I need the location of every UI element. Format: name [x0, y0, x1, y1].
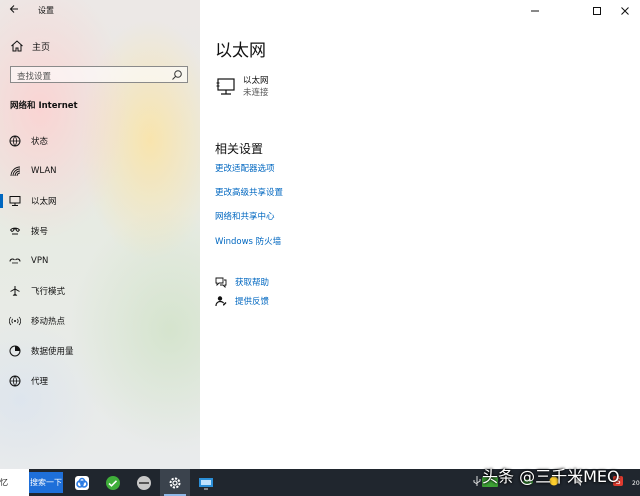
ethernet-name: 以太网 — [243, 76, 269, 86]
globe-icon — [9, 135, 21, 147]
sidebar-item-wlan[interactable]: WLAN — [0, 159, 200, 183]
maximize-icon — [593, 7, 601, 15]
taskbar-search-input[interactable]: 忆 — [0, 469, 29, 496]
vpn-icon — [9, 258, 21, 264]
sidebar-item-proxy[interactable]: 代理 — [0, 369, 200, 393]
close-button[interactable] — [610, 0, 640, 22]
media-icon — [137, 475, 151, 490]
feedback-label: 提供反馈 — [235, 297, 270, 307]
sidebar-item-label: 拨号 — [31, 227, 49, 237]
sidebar-item-status[interactable]: 状态 — [0, 129, 200, 153]
link-adapter-options[interactable]: 更改适配器选项 — [215, 162, 275, 174]
taskbar-app-media[interactable] — [129, 469, 159, 496]
search-placeholder: 查找设置 — [17, 72, 52, 82]
sidebar-item-label: 飞行模式 — [31, 287, 66, 297]
get-help-label: 获取帮助 — [235, 278, 270, 288]
maximize-button[interactable] — [582, 0, 612, 22]
get-help-link[interactable]: 获取帮助 — [215, 276, 269, 288]
taskbar-app-remote[interactable] — [191, 469, 221, 496]
sidebar-item-label: 移动热点 — [31, 317, 66, 327]
sidebar-item-label: 状态 — [31, 137, 49, 147]
chat-help-icon — [215, 277, 227, 288]
feedback-link[interactable]: 提供反馈 — [215, 295, 269, 307]
sidebar-item-data-usage[interactable]: 数据使用量 — [0, 339, 200, 363]
taskbar-app-baidu-netdisk[interactable] — [67, 469, 97, 496]
ethernet-monitor-icon — [216, 78, 235, 95]
sidebar-item-label: 数据使用量 — [31, 347, 74, 357]
search-icon[interactable] — [171, 69, 183, 81]
taskbar-app-settings[interactable] — [160, 469, 190, 496]
search-input[interactable]: 查找设置 — [10, 66, 188, 83]
sidebar-item-label: VPN — [31, 256, 49, 266]
home-label: 主页 — [32, 42, 51, 53]
minimize-icon — [531, 10, 539, 12]
sidebar-item-dialup[interactable]: 拨号 — [0, 219, 200, 243]
settings-gear-icon — [169, 477, 181, 488]
sidebar-item-vpn[interactable]: VPN — [0, 249, 200, 273]
window-title: 设置 — [38, 6, 54, 15]
sidebar-item-airplane[interactable]: 飞行模式 — [0, 279, 200, 303]
section-title: 网络和 Internet — [10, 101, 78, 111]
home-icon — [11, 40, 23, 52]
minimize-button[interactable] — [520, 0, 550, 22]
phone-icon — [9, 227, 21, 235]
taskbar-clock[interactable]: 20 — [632, 480, 640, 487]
baidu-netdisk-icon — [75, 475, 89, 490]
back-button[interactable] — [6, 3, 22, 19]
ethernet-connection-status: 未连接 — [243, 88, 269, 98]
link-windows-firewall[interactable]: Windows 防火墙 — [215, 235, 281, 247]
sidebar-item-label: WLAN — [31, 166, 57, 176]
taskbar-search-text: 忆 — [0, 478, 8, 487]
feedback-icon — [215, 296, 227, 307]
proxy-globe-icon — [9, 375, 21, 387]
taskbar-app-browser[interactable] — [98, 469, 128, 496]
page-title: 以太网 — [215, 41, 266, 61]
sidebar: 设置 主页 查找设置 网络和 Internet 状态 WLAN 以太网 拨号 V… — [0, 0, 200, 469]
close-icon — [621, 7, 629, 15]
airplane-icon — [10, 286, 20, 296]
wifi-icon — [10, 166, 21, 177]
sidebar-item-hotspot[interactable]: 移动热点 — [0, 309, 200, 333]
main-content: 以太网 以太网 未连接 相关设置 更改适配器选项 更改高级共享设置 网络和共享中… — [200, 0, 640, 469]
green-browser-icon — [106, 475, 120, 490]
data-usage-icon — [9, 345, 21, 357]
back-arrow-icon — [9, 5, 18, 13]
sidebar-item-label: 以太网 — [31, 197, 57, 207]
sidebar-item-label: 代理 — [31, 377, 49, 387]
ethernet-status-card[interactable]: 以太网 未连接 — [216, 76, 269, 99]
home-link[interactable]: 主页 — [10, 39, 50, 53]
related-settings-heading: 相关设置 — [215, 142, 264, 156]
remote-desktop-icon — [199, 477, 213, 489]
watermark-text: 头条 @三千米MEO — [482, 467, 620, 486]
title-bar: 设置 — [0, 0, 200, 22]
link-network-sharing-center[interactable]: 网络和共享中心 — [215, 210, 275, 222]
sidebar-item-ethernet[interactable]: 以太网 — [0, 189, 200, 213]
ethernet-icon — [9, 196, 21, 206]
link-advanced-sharing[interactable]: 更改高级共享设置 — [215, 186, 283, 198]
taskbar-search-button[interactable]: 搜索一下 — [29, 472, 63, 493]
hotspot-icon — [9, 316, 21, 326]
